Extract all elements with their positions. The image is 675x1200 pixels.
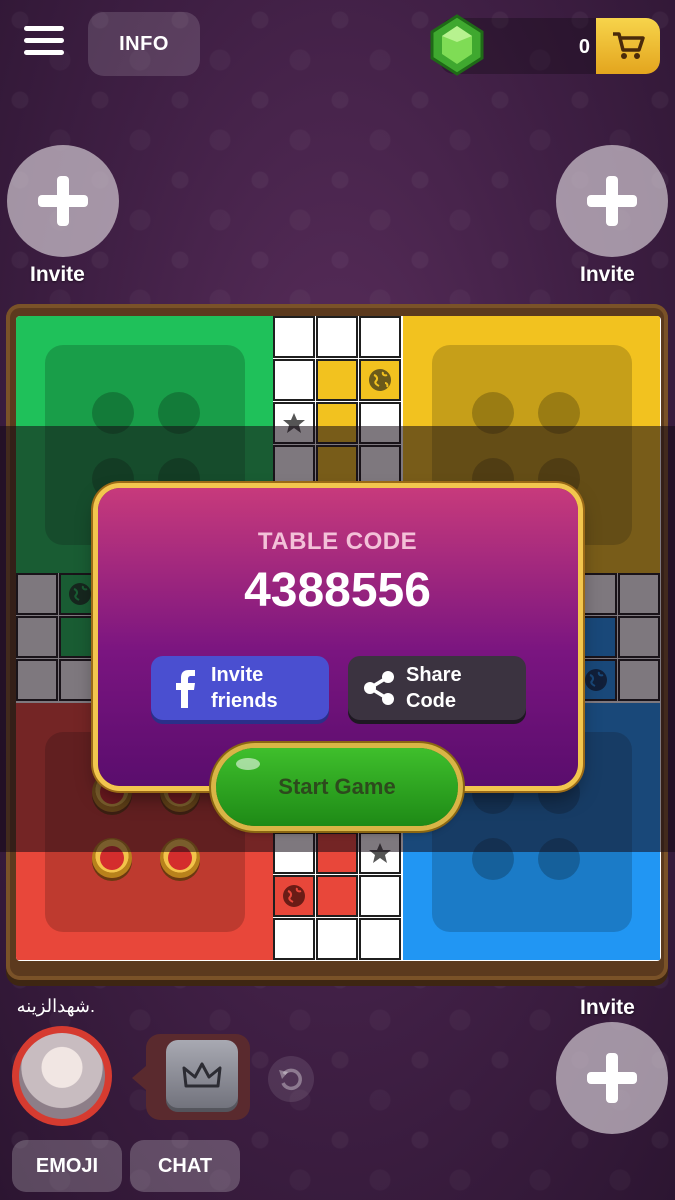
globe-safe-cell	[273, 875, 315, 917]
avatar-image	[19, 1033, 105, 1119]
player-avatar[interactable]	[12, 1026, 112, 1126]
player-name: شهدالزينه.	[16, 996, 95, 1016]
cart-icon	[613, 32, 645, 59]
globe-icon	[369, 369, 391, 391]
invite-label-top-left: Invite	[30, 263, 85, 286]
emoji-button[interactable]: EMOJI	[12, 1140, 122, 1192]
globe-safe-cell	[359, 359, 401, 401]
share-code-button[interactable]: Share Code	[348, 656, 526, 720]
gem-icon	[430, 14, 484, 76]
undo-icon	[279, 1068, 302, 1091]
globe-icon	[283, 885, 305, 907]
invite-friends-line2: friends	[211, 690, 278, 712]
menu-button[interactable]	[24, 26, 64, 60]
invite-friends-button[interactable]: Invite friends	[151, 656, 329, 720]
info-button[interactable]: INFO	[88, 12, 200, 76]
share-code-line2: Code	[406, 690, 456, 712]
plus-icon	[38, 176, 88, 226]
table-code-value: 4388556	[244, 564, 431, 617]
invite-button-bottom-right[interactable]	[556, 1022, 668, 1134]
invite-friends-line1: Invite	[211, 664, 264, 686]
gem-count: 0	[578, 36, 590, 58]
dialog-title: TABLE CODE	[257, 528, 418, 555]
share-code-line1: Share	[406, 664, 462, 686]
roll-dice-button[interactable]	[166, 1040, 238, 1112]
crown-icon	[182, 1062, 222, 1088]
menu-icon	[24, 26, 64, 31]
invite-button-top-right[interactable]	[556, 145, 668, 257]
invite-button-top-left[interactable]	[7, 145, 119, 257]
invite-label-top-right: Invite	[580, 263, 635, 286]
facebook-icon	[176, 670, 195, 708]
chat-button[interactable]: CHAT	[130, 1140, 240, 1192]
shop-cart-button[interactable]	[596, 18, 660, 74]
undo-button[interactable]	[268, 1056, 314, 1102]
invite-label-bottom-right: Invite	[580, 996, 635, 1019]
plus-icon	[587, 176, 637, 226]
start-game-label: Start Game	[278, 774, 396, 799]
start-game-button[interactable]: Start Game	[216, 748, 458, 826]
plus-icon	[587, 1053, 637, 1103]
share-icon	[364, 671, 394, 705]
